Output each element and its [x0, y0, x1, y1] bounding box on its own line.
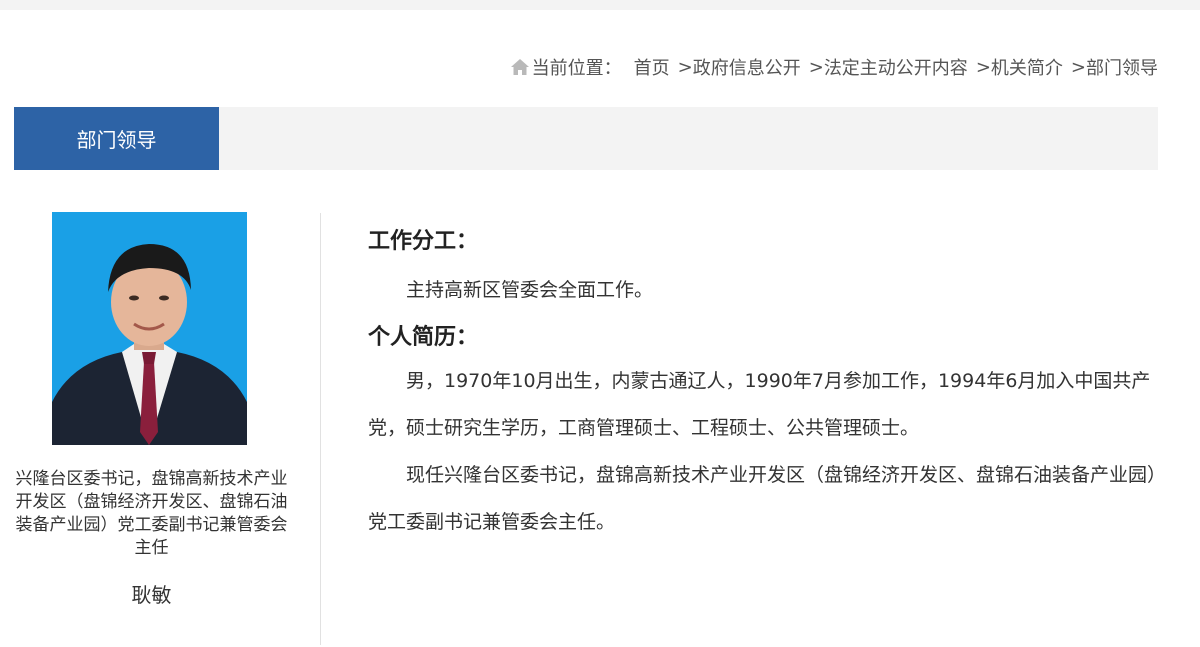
- duty-heading: 工作分工：: [368, 229, 479, 254]
- breadcrumb-separator: >: [1070, 56, 1086, 78]
- home-icon: [510, 59, 529, 75]
- breadcrumb: 当前位置： 首页 > 政府信息公开 > 法定主动公开内容 > 机关简介 > 部门…: [510, 54, 1158, 80]
- top-strip: [0, 0, 1200, 10]
- resume-paragraph: 男，1970年10月出生，内蒙古通辽人，1990年7月参加工作，1994年6月加…: [368, 370, 1151, 439]
- section-header-bar: 部门领导: [14, 107, 1158, 170]
- breadcrumb-separator: >: [677, 56, 693, 78]
- breadcrumb-statutory[interactable]: 法定主动公开内容: [824, 54, 968, 80]
- leader-photo: [52, 212, 247, 445]
- resume-heading: 个人简历：: [368, 325, 479, 350]
- leader-position-caption: 兴隆台区委书记，盘锦高新技术产业开发区（盘锦经济开发区、盘锦石油装备产业园）党工…: [15, 469, 288, 558]
- breadcrumb-separator: >: [975, 56, 991, 78]
- section-title-tab: 部门领导: [14, 107, 219, 170]
- portrait-illustration: [52, 212, 247, 445]
- breadcrumb-dept-leaders[interactable]: 部门领导: [1086, 54, 1158, 80]
- duty-text: 主持高新区管委会全面工作。: [406, 279, 654, 301]
- breadcrumb-gov-info[interactable]: 政府信息公开: [693, 54, 801, 80]
- breadcrumb-org-intro[interactable]: 机关简介: [991, 54, 1063, 80]
- breadcrumb-separator: >: [808, 56, 824, 78]
- breadcrumb-home[interactable]: 首页: [634, 54, 670, 80]
- vertical-divider: [320, 213, 321, 645]
- resume-paragraph: 现任兴隆台区委书记，盘锦高新技术产业开发区（盘锦经济开发区、盘锦石油装备产业园）…: [368, 464, 1157, 533]
- leader-name: 耿敏: [131, 583, 172, 607]
- leader-detail-content: 工作分工： 主持高新区管委会全面工作。 个人简历： 男，1970年10月出生，内…: [368, 222, 1160, 546]
- breadcrumb-prefix: 当前位置：: [531, 58, 622, 79]
